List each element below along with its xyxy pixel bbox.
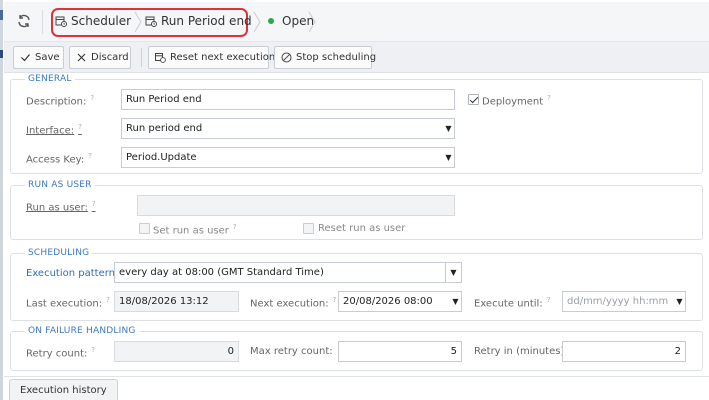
calendar-icon — [145, 16, 157, 27]
access-key-select[interactable]: Period.Update ▼ — [121, 147, 455, 168]
deployment-checkbox[interactable] — [468, 94, 479, 105]
checkmark-icon — [21, 54, 30, 62]
chevron-down-icon[interactable]: ▼ — [443, 148, 454, 167]
breadcrumb-label: Run Period end — [161, 14, 252, 28]
interface-select[interactable]: Run period end ▼ — [121, 118, 455, 139]
execute-until-field[interactable]: dd/mm/yyyy hh:mm ▼ — [562, 291, 686, 312]
status-dot-icon — [268, 18, 274, 24]
chevron-down-icon[interactable]: ▼ — [674, 292, 685, 311]
breadcrumb-divider — [42, 10, 43, 34]
failure-handling-title: ON FAILURE HANDLING — [25, 326, 139, 336]
left-panel-marker — [0, 10, 3, 20]
chevron-down-icon[interactable]: ▼ — [445, 263, 461, 282]
run-as-user-label[interactable]: Run as user:? — [26, 200, 96, 213]
breadcrumb-chevron-icon — [308, 11, 316, 33]
refresh-icon[interactable] — [16, 13, 32, 29]
tab-execution-history[interactable]: Execution history — [9, 379, 118, 400]
discard-label: Discard — [91, 52, 129, 63]
breadcrumb-bar: Scheduler Run Period end Open — [4, 2, 709, 42]
execute-until-label: Execute until:? — [474, 296, 551, 310]
last-execution-label: Last execution:? — [26, 296, 110, 310]
tab-label: Execution history — [20, 385, 107, 396]
close-icon — [77, 53, 86, 62]
toolbar-divider — [141, 48, 142, 67]
scheduling-title: SCHEDULING — [25, 248, 93, 258]
left-panel-edge — [0, 0, 3, 400]
stop-scheduling-button[interactable]: Stop scheduling — [274, 46, 376, 69]
interface-label[interactable]: Interface:? — [26, 123, 82, 136]
next-execution-field[interactable]: 20/08/2026 08:00 ▼ — [338, 291, 462, 312]
execution-pattern-select[interactable]: every day at 08:00 (GMT Standard Time) ▼ — [114, 262, 462, 283]
breadcrumb-item-scheduler[interactable]: Scheduler — [55, 14, 131, 28]
calendar-icon — [155, 53, 166, 63]
deployment-label: Deployment? — [482, 94, 551, 108]
reset-next-execution-button[interactable]: Reset next execution — [148, 46, 275, 69]
run-as-user-title: RUN AS USER — [25, 180, 95, 190]
save-label: Save — [35, 52, 60, 63]
execution-pattern-label: Execution pattern: — [26, 268, 119, 279]
retry-count-label: Retry count:? — [26, 346, 96, 360]
retry-in-minutes-label: Retry in (minutes): — [474, 346, 568, 357]
breadcrumb-chevron-icon — [134, 11, 142, 33]
next-execution-label: Next execution:? — [250, 296, 337, 310]
save-button[interactable]: Save — [13, 46, 64, 69]
max-retry-count-label: Max retry count: — [250, 346, 333, 357]
chevron-down-icon[interactable]: ▼ — [443, 119, 454, 138]
stop-icon — [281, 52, 292, 63]
retry-count-field: 0 — [114, 341, 239, 362]
breadcrumb-item-run-period-end[interactable]: Run Period end — [145, 14, 252, 28]
reset-next-label: Reset next execution — [170, 52, 276, 63]
left-panel-marker-2 — [0, 50, 3, 58]
breadcrumb-chevron-icon — [253, 11, 261, 33]
max-retry-count-field[interactable]: 5 — [338, 341, 462, 362]
retry-in-minutes-field[interactable]: 2 — [562, 341, 686, 362]
access-key-label: Access Key:? — [26, 152, 92, 166]
description-field[interactable]: Run Period end — [121, 89, 455, 110]
run-as-user-field — [137, 195, 455, 216]
stop-label: Stop scheduling — [296, 52, 377, 63]
last-execution-field: 18/08/2026 13:12 — [114, 291, 239, 312]
description-label: Description:? — [26, 94, 95, 108]
calendar-icon — [55, 16, 67, 27]
set-run-as-user-label: Set run as user? — [153, 223, 237, 237]
bottom-tab-strip: Execution history — [4, 376, 709, 400]
set-run-as-user-checkbox — [139, 223, 150, 234]
discard-button[interactable]: Discard — [69, 46, 131, 69]
breadcrumb-label: Scheduler — [71, 14, 132, 28]
toolbar: Save Discard Reset next execution Stop s… — [4, 42, 709, 73]
reset-run-as-user-label: Reset run as user — [318, 223, 406, 234]
reset-run-as-user-checkbox — [303, 223, 314, 234]
general-title: GENERAL — [25, 74, 75, 84]
chevron-down-icon[interactable]: ▼ — [450, 292, 461, 311]
